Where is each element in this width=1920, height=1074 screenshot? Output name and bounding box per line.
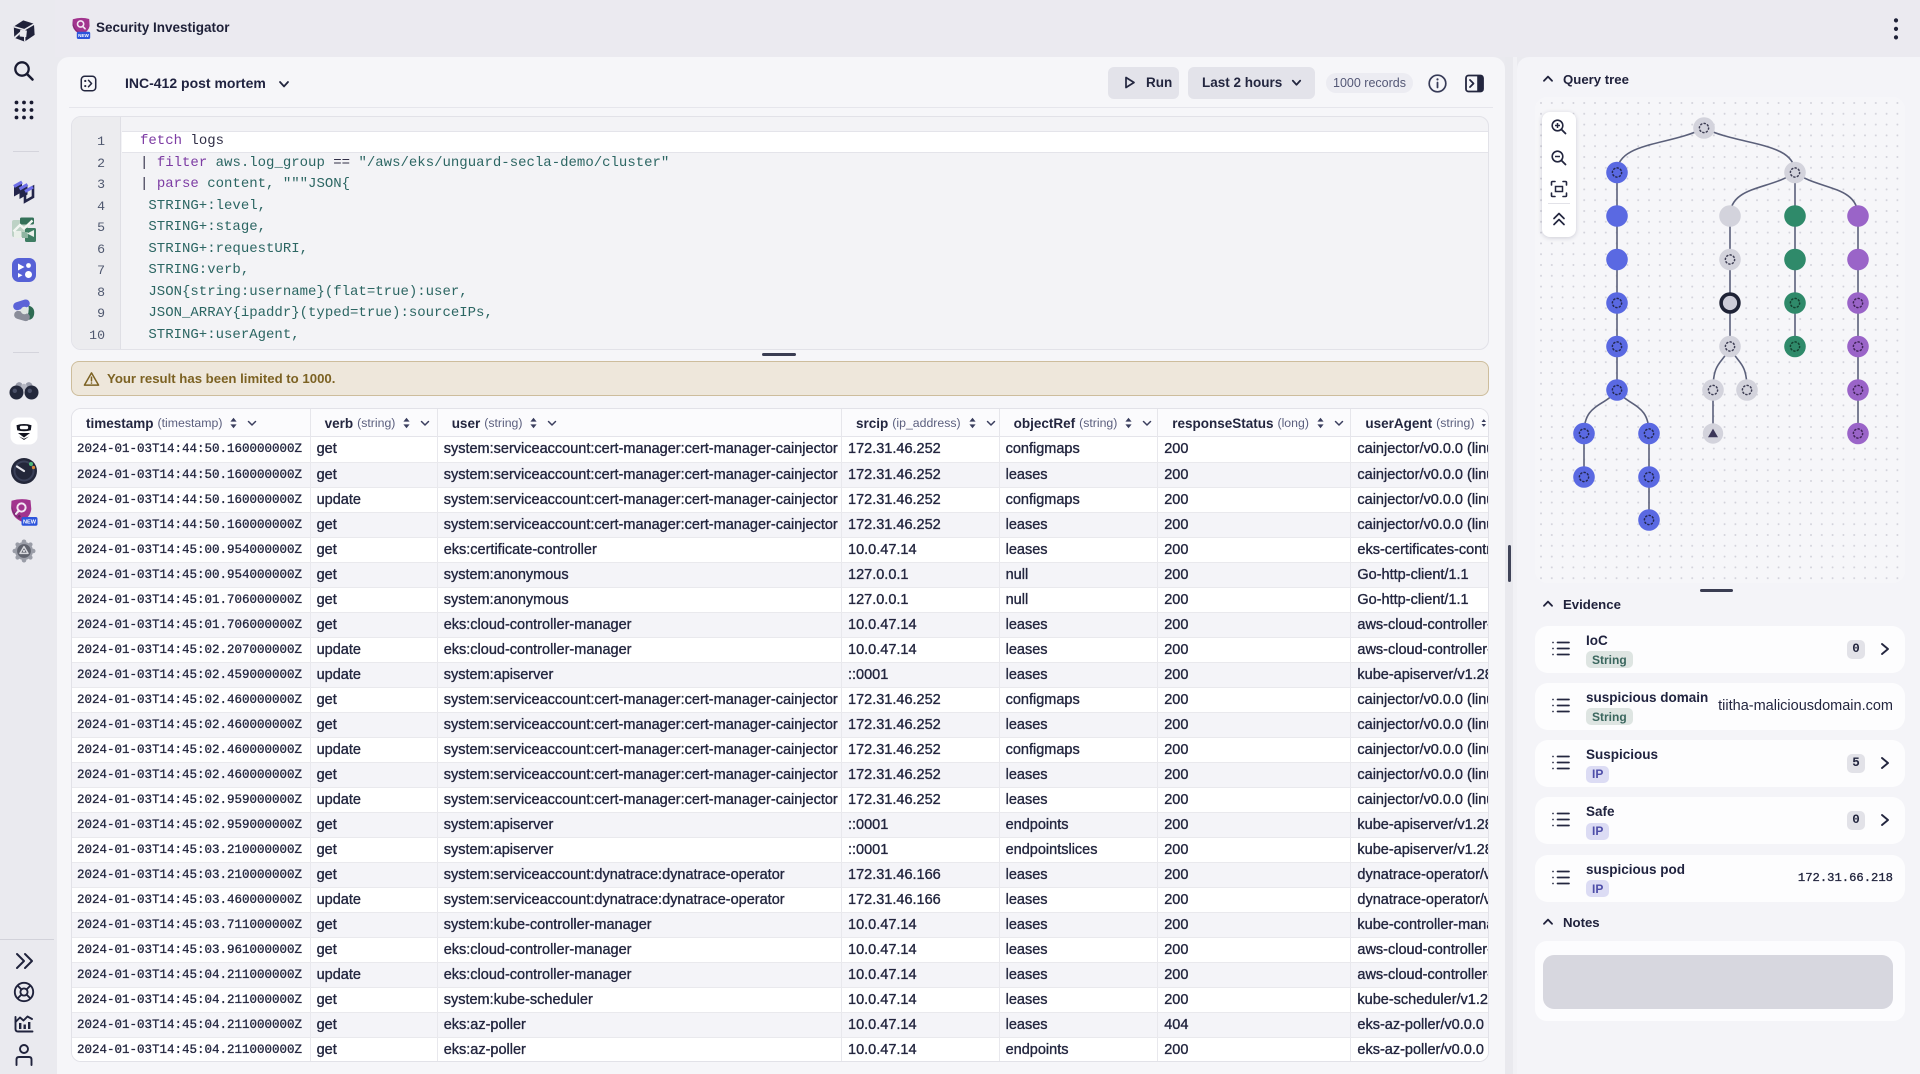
svg-text:NEW: NEW [23, 520, 37, 526]
svg-text:NEW: NEW [78, 33, 89, 38]
